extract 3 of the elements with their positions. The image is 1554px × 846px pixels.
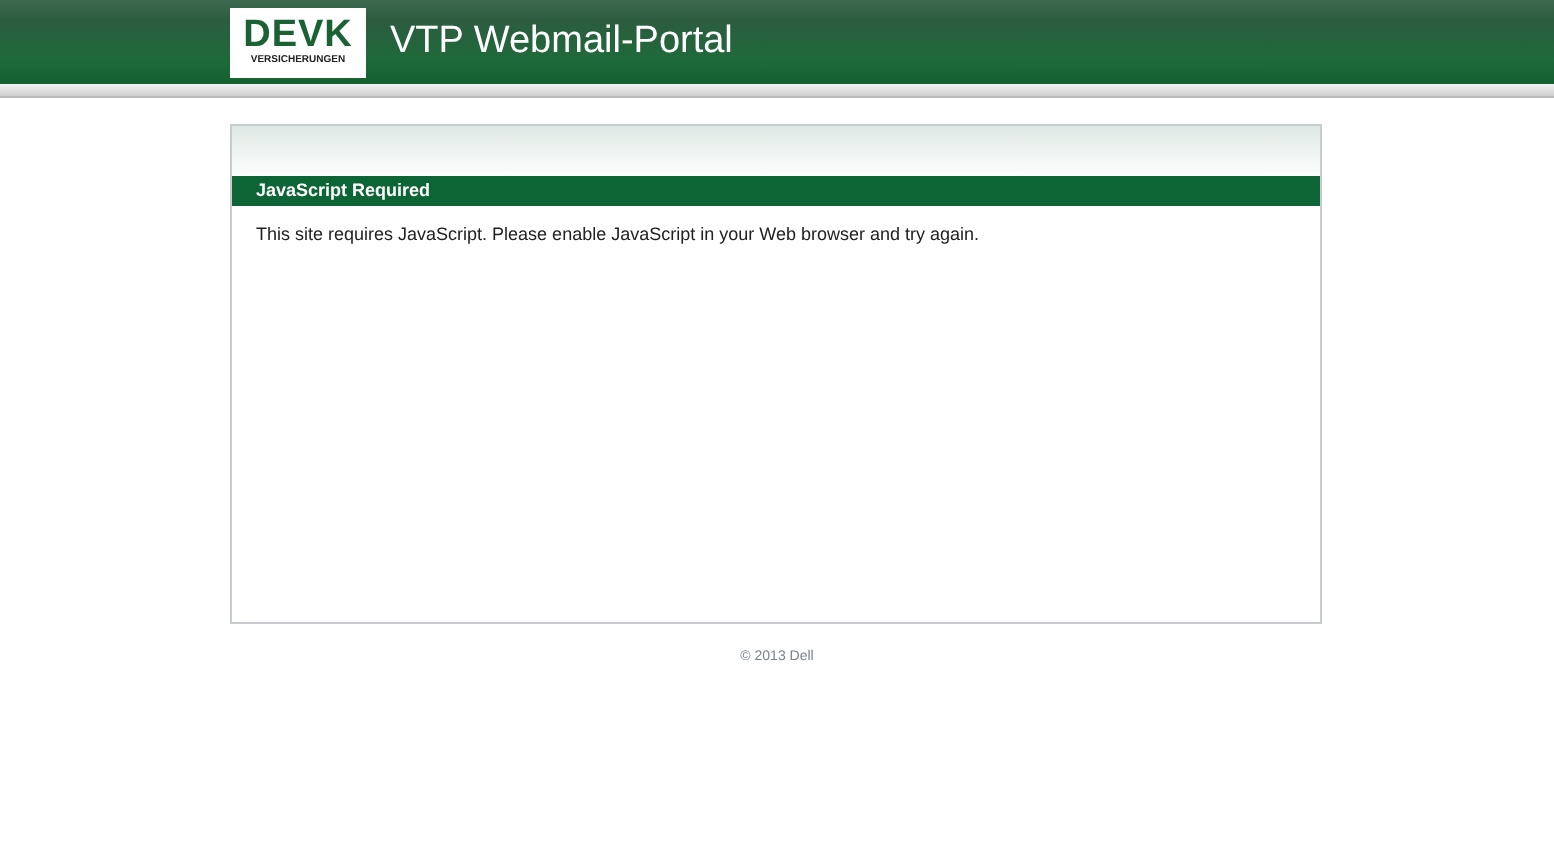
message-text: This site requires JavaScript. Please enable JavaScript in your Web browser and try again. [254, 222, 982, 244]
panel-heading: JavaScript Required [232, 176, 1320, 206]
portal-title: VTP Webmail-Portal [390, 20, 733, 64]
